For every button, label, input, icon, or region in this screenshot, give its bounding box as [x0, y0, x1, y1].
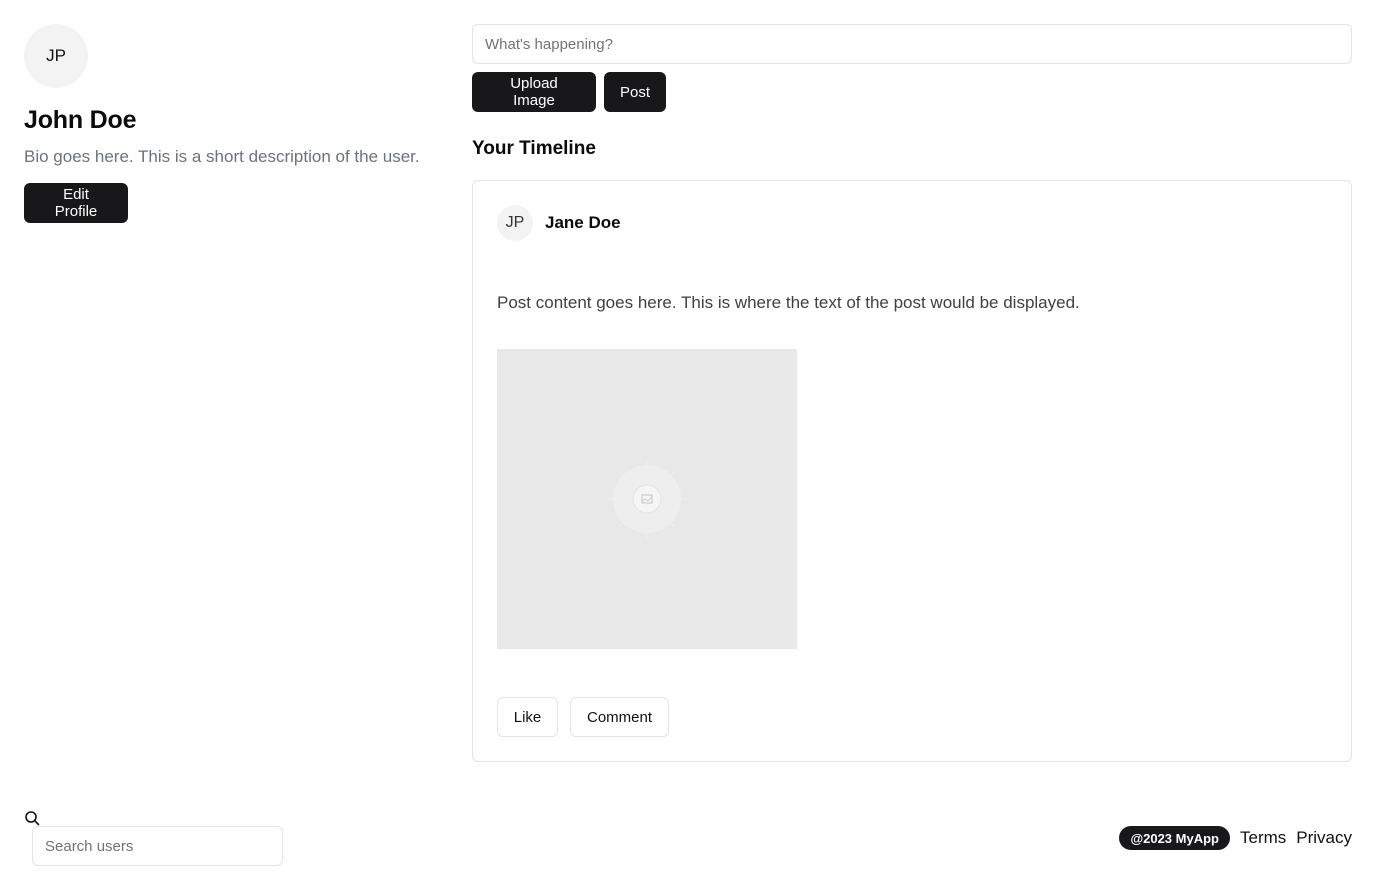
image-placeholder-icon [607, 459, 687, 539]
like-button[interactable]: Like [497, 697, 558, 737]
terms-link[interactable]: Terms [1240, 828, 1286, 848]
footer: @2023 MyApp Terms Privacy [1119, 826, 1352, 850]
post-actions: Like Comment [497, 697, 669, 737]
timeline-title: Your Timeline [472, 138, 596, 159]
post-button[interactable]: Post [604, 72, 666, 112]
profile-panel: JP John Doe Bio goes here. This is a sho… [24, 24, 444, 223]
post-author-name[interactable]: Jane Doe [545, 213, 621, 233]
post-card: JP Jane Doe Post content goes here. This… [472, 180, 1352, 762]
profile-avatar-initials: JP [46, 46, 66, 65]
composer-actions: Upload Image Post [472, 72, 1352, 112]
profile-name: John Doe [24, 106, 137, 134]
post-author-initials: JP [505, 214, 525, 231]
comment-button[interactable]: Comment [570, 697, 669, 737]
search-users-input[interactable] [32, 826, 283, 866]
profile-avatar: JP [24, 24, 88, 88]
upload-image-button[interactable]: Upload Image [472, 72, 596, 112]
main-column: Upload Image Post Your Timeline JP Jane … [472, 24, 1352, 762]
post-image [497, 349, 797, 649]
search-icon [25, 811, 40, 826]
profile-bio: Bio goes here. This is a short descripti… [24, 147, 420, 166]
copyright-badge: @2023 MyApp [1119, 826, 1230, 850]
post-composer-input[interactable] [472, 24, 1352, 64]
privacy-link[interactable]: Privacy [1296, 828, 1352, 848]
post-author-avatar[interactable]: JP [497, 205, 533, 241]
post-header: JP Jane Doe [497, 205, 621, 241]
post-content: Post content goes here. This is where th… [497, 293, 1080, 312]
edit-profile-button[interactable]: Edit Profile [24, 183, 128, 223]
